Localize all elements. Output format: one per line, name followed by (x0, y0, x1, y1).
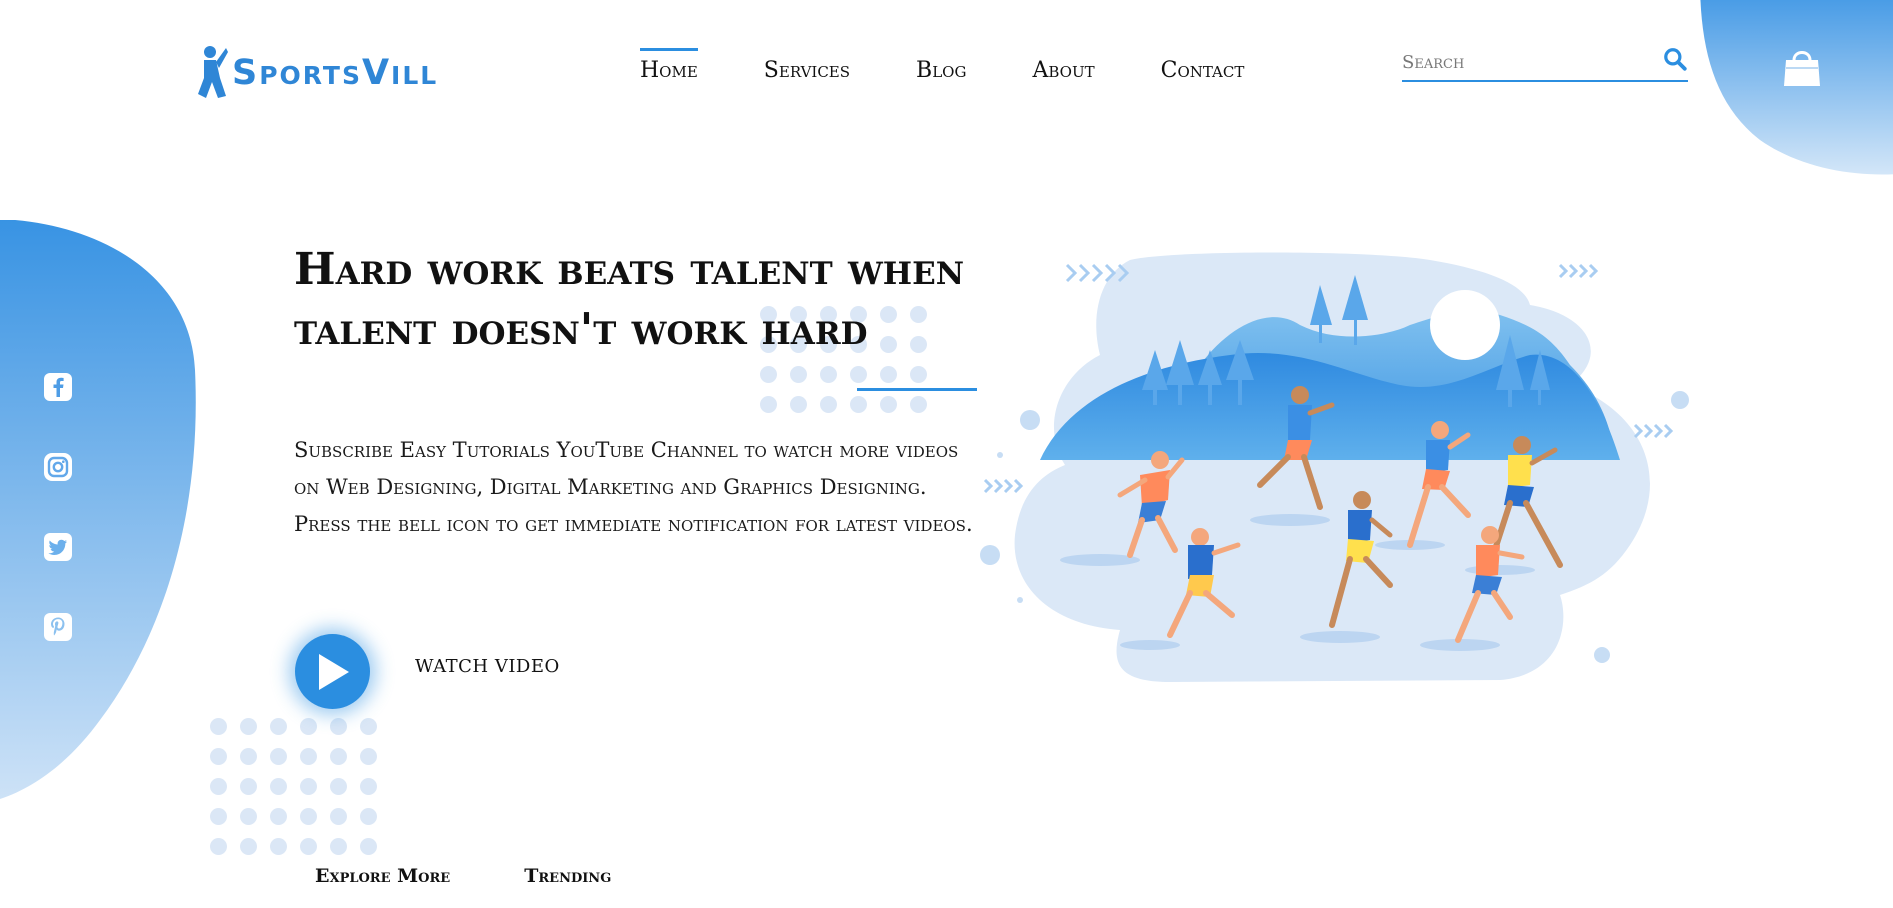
pinterest-icon[interactable] (43, 612, 73, 642)
bottom-links: Explore More Trending (315, 865, 611, 887)
search-input[interactable] (1402, 51, 1642, 73)
nav-item-about[interactable]: About (1032, 48, 1094, 83)
runners-illustration (980, 252, 1689, 682)
explore-more-link[interactable]: Explore More (315, 865, 450, 887)
instagram-icon[interactable] (43, 452, 73, 482)
site-logo[interactable]: SportsVill (196, 44, 438, 102)
top-right-decorative-blob (1700, 0, 1893, 175)
decorative-dot-grid (210, 718, 377, 855)
nav-item-blog[interactable]: Blog (916, 48, 966, 83)
trending-link[interactable]: Trending (524, 865, 611, 887)
hero-title: Hard work beats talent when talent doesn… (294, 240, 994, 360)
search-icon[interactable] (1662, 46, 1688, 72)
hero-title-line-2: talent doesn't work hard (294, 304, 868, 355)
runner-logo-icon (198, 46, 228, 98)
nav-item-services[interactable]: Services (764, 48, 850, 83)
play-icon (318, 653, 349, 690)
facebook-icon[interactable] (43, 372, 73, 402)
nav-item-contact[interactable]: Contact (1161, 48, 1245, 83)
logo-text: SportsVill (232, 53, 439, 93)
hero-title-line-1: Hard work beats talent when (294, 244, 965, 295)
hero-description: Subscribe Easy Tutorials YouTube Channel… (294, 438, 973, 536)
social-links (43, 372, 73, 642)
nav-item-home[interactable]: Home (640, 48, 698, 83)
twitter-icon[interactable] (43, 532, 73, 562)
title-underline-divider (857, 388, 977, 391)
shopping-bag-icon[interactable] (1782, 46, 1822, 88)
search-bar (1402, 44, 1688, 82)
main-nav: Home Services Blog About Contact (640, 48, 1244, 83)
watch-video-link[interactable]: WATCH VIDEO (415, 656, 560, 677)
play-video-button[interactable] (295, 634, 370, 709)
left-decorative-blob (0, 220, 196, 799)
